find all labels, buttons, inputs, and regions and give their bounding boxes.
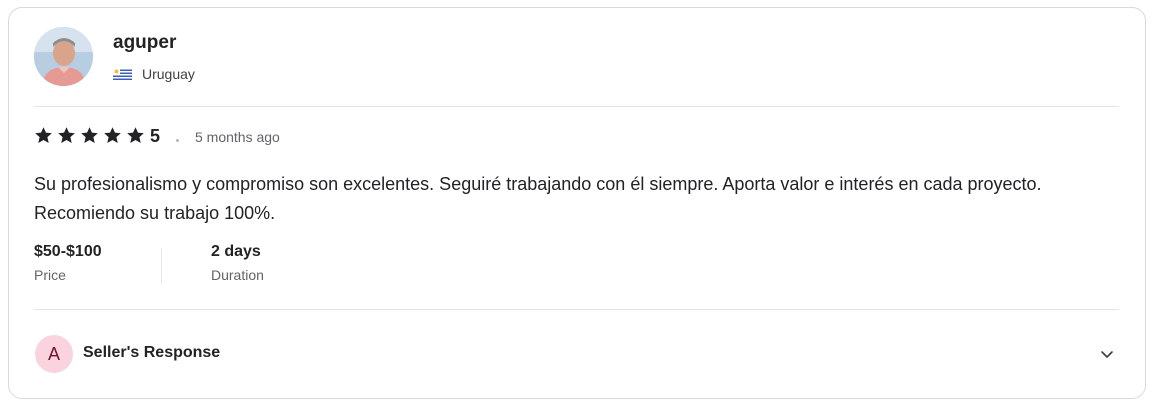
divider xyxy=(34,309,1119,310)
review-time: 5 months ago xyxy=(195,129,280,145)
chevron-down-icon[interactable] xyxy=(1099,346,1115,362)
duration-label: Duration xyxy=(211,267,264,283)
star-icon xyxy=(35,127,52,144)
separator-dot xyxy=(176,139,179,142)
stats-divider xyxy=(161,248,162,284)
star-icon xyxy=(127,127,144,144)
rating-value: 5 xyxy=(150,126,161,146)
price-label: Price xyxy=(34,267,66,283)
uruguay-flag-icon xyxy=(113,68,132,82)
star-rating xyxy=(34,126,149,145)
price-value: $50-$100 xyxy=(34,243,102,260)
duration-value: 2 days xyxy=(211,243,261,260)
seller-avatar: A xyxy=(35,335,73,373)
review-text: Su profesionalismo y compromiso son exce… xyxy=(34,174,1042,223)
reviewer-avatar[interactable] xyxy=(34,27,93,86)
star-icon xyxy=(58,127,75,144)
star-icon xyxy=(104,127,121,144)
reviewer-country: Uruguay xyxy=(142,66,195,82)
reviewer-username[interactable]: aguper xyxy=(113,32,176,54)
review-card: aguper Uruguay 5 5 months ago Su profesi… xyxy=(8,7,1146,399)
seller-response-toggle[interactable]: A Seller's Response xyxy=(34,334,1119,374)
user-photo-avatar-icon xyxy=(34,27,93,86)
seller-response-label: Seller's Response xyxy=(83,344,221,361)
divider xyxy=(34,106,1119,107)
star-icon xyxy=(81,127,98,144)
